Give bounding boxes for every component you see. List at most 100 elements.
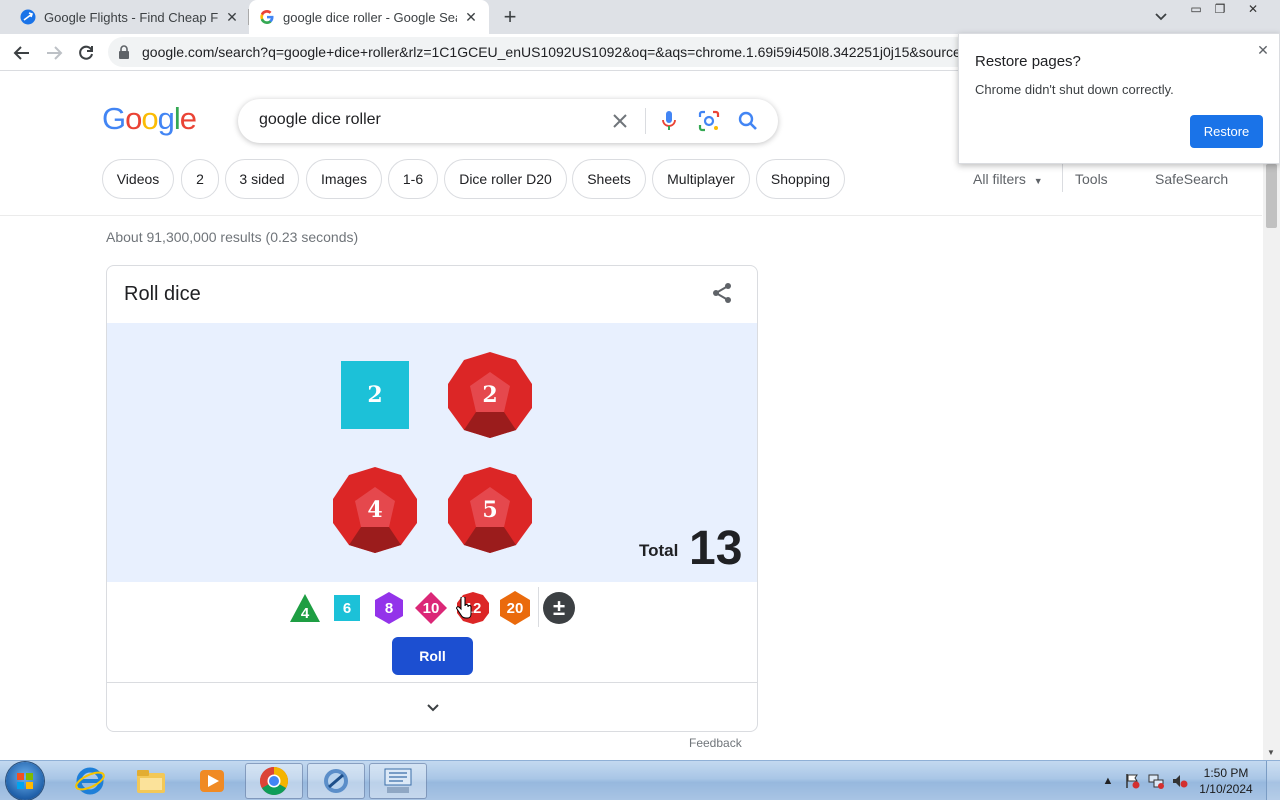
minimize-icon[interactable]: ▭	[1183, 0, 1209, 18]
chrome-taskbar-icon[interactable]	[245, 763, 303, 799]
page-scrollbar[interactable]: ▼	[1263, 164, 1280, 760]
hand-cursor-icon	[456, 596, 472, 624]
action-center-flag-icon[interactable]	[1124, 773, 1140, 789]
logo-letter: g	[157, 101, 175, 136]
total-value: 13	[689, 522, 743, 575]
total-label: Total	[639, 541, 679, 560]
roll-button[interactable]: Roll	[392, 637, 473, 675]
tab-google-flights[interactable]: Google Flights - Find Cheap Flights ✕	[12, 0, 248, 34]
lens-icon[interactable]	[697, 109, 721, 133]
google-g-icon	[259, 9, 275, 25]
die-value: 4	[367, 497, 383, 523]
url-text: google.com/search?q=google+dice+roller&r…	[142, 44, 962, 60]
search-box[interactable]: google dice roller	[238, 99, 778, 143]
add-modifier-button[interactable]: ±	[543, 590, 575, 626]
network-icon[interactable]	[1148, 773, 1164, 789]
nav-divider	[1062, 164, 1063, 192]
chip-videos[interactable]: Videos	[102, 159, 174, 199]
logo-letter: o	[141, 101, 158, 136]
close-window-icon[interactable]: ✕	[1240, 0, 1266, 18]
volume-muted-icon[interactable]	[1172, 773, 1188, 789]
search-icon[interactable]	[736, 109, 760, 133]
add-d4-button[interactable]: 4	[289, 590, 321, 626]
die-d6: 2	[341, 361, 409, 429]
d6-label: 6	[342, 599, 352, 617]
restore-pages-dialog: Restore pages? Chrome didn't shut down c…	[958, 33, 1280, 164]
windows-start-icon[interactable]	[6, 762, 44, 800]
show-hidden-icons-icon[interactable]: ▲	[1100, 773, 1116, 789]
chip-multiplayer[interactable]: Multiplayer	[652, 159, 750, 199]
card-title: Roll dice	[124, 283, 201, 305]
die-value: 5	[482, 497, 498, 523]
chip-shopping[interactable]: Shopping	[756, 159, 845, 199]
search-input[interactable]: google dice roller	[259, 111, 381, 129]
close-tab-icon[interactable]: ✕	[224, 9, 240, 25]
forward-icon[interactable]	[40, 39, 68, 67]
dialog-message: Chrome didn't shut down correctly.	[975, 82, 1174, 97]
card-divider	[107, 682, 757, 683]
logo-letter: G	[102, 101, 126, 136]
chip-dice-roller-d20[interactable]: Dice roller D20	[444, 159, 567, 199]
d8-label: 8	[384, 599, 394, 617]
dropdown-arrow-icon: ▼	[1033, 176, 1043, 186]
remote-desktop-icon[interactable]	[307, 763, 365, 799]
add-d6-button[interactable]: 6	[331, 590, 363, 626]
d10-label: 10	[422, 599, 440, 617]
tab-search-chevron-icon[interactable]	[1150, 6, 1172, 28]
die-value: 2	[367, 382, 383, 408]
back-icon[interactable]	[8, 39, 36, 67]
chip-3-sided[interactable]: 3 sided	[225, 159, 299, 199]
tab-google-search[interactable]: google dice roller - Google Search ✕	[249, 0, 489, 34]
logo-letter: o	[125, 101, 142, 136]
new-tab-icon[interactable]: +	[498, 4, 522, 29]
share-icon[interactable]	[710, 281, 734, 305]
chip-2[interactable]: 2	[181, 159, 219, 199]
close-icon[interactable]: ✕	[1253, 40, 1273, 60]
d20-label: 20	[506, 599, 524, 617]
picker-divider	[538, 587, 539, 627]
die-d12: 4	[331, 465, 419, 555]
restore-button[interactable]: Restore	[1190, 115, 1263, 148]
show-desktop-button[interactable]	[1266, 761, 1280, 800]
scroll-down-icon[interactable]: ▼	[1267, 748, 1275, 757]
dice-roller-card: Roll dice 2 2 4 5 Total 13 4 6 8 10 12 2…	[106, 265, 758, 732]
modifier-label: ±	[552, 595, 566, 620]
flights-icon	[20, 9, 36, 25]
add-d10-button[interactable]: 10	[415, 590, 447, 626]
file-explorer-icon[interactable]	[122, 763, 180, 799]
clear-search-icon[interactable]	[608, 109, 632, 133]
dice-tray[interactable]: 2 2 4 5 Total 13	[107, 323, 757, 582]
add-d8-button[interactable]: 8	[373, 590, 405, 626]
scrollbar-thumb[interactable]	[1266, 164, 1277, 228]
tab-strip: Google Flights - Find Cheap Flights ✕ go…	[0, 0, 1280, 34]
die-d12: 2	[446, 350, 534, 440]
screen: Google Flights - Find Cheap Flights ✕ go…	[0, 0, 1280, 800]
restore-window-icon[interactable]: ❐	[1207, 0, 1233, 18]
internet-explorer-icon[interactable]	[61, 763, 119, 799]
media-player-icon[interactable]	[183, 763, 241, 799]
die-value: 2	[482, 382, 498, 408]
lock-icon[interactable]	[118, 45, 130, 64]
chip-images[interactable]: Images	[306, 159, 382, 199]
tab-title: Google Flights - Find Cheap Flights	[44, 9, 218, 25]
header-divider	[0, 215, 1262, 216]
close-tab-icon[interactable]: ✕	[463, 9, 479, 25]
chip-sheets[interactable]: Sheets	[572, 159, 646, 199]
all-filters-button[interactable]: All filters ▼	[973, 171, 1043, 187]
tools-button[interactable]: Tools	[1075, 171, 1108, 187]
search-divider	[645, 108, 646, 134]
logo-letter: e	[179, 101, 197, 136]
chip-1-6[interactable]: 1-6	[388, 159, 438, 199]
tab-title: google dice roller - Google Search	[283, 9, 457, 25]
feedback-link[interactable]: Feedback	[689, 736, 742, 750]
system-clock[interactable]: 1:50 PM 1/10/2024	[1196, 765, 1256, 797]
google-logo[interactable]: Google	[102, 101, 197, 137]
reload-icon[interactable]	[72, 39, 100, 67]
keyboard-app-icon[interactable]	[369, 763, 427, 799]
clock-date: 1/10/2024	[1199, 782, 1253, 796]
add-d20-button[interactable]: 20	[499, 590, 531, 626]
safesearch-button[interactable]: SafeSearch	[1155, 171, 1228, 187]
all-filters-label: All filters	[973, 171, 1026, 187]
microphone-icon[interactable]	[657, 109, 681, 133]
chevron-down-icon[interactable]	[421, 696, 445, 720]
